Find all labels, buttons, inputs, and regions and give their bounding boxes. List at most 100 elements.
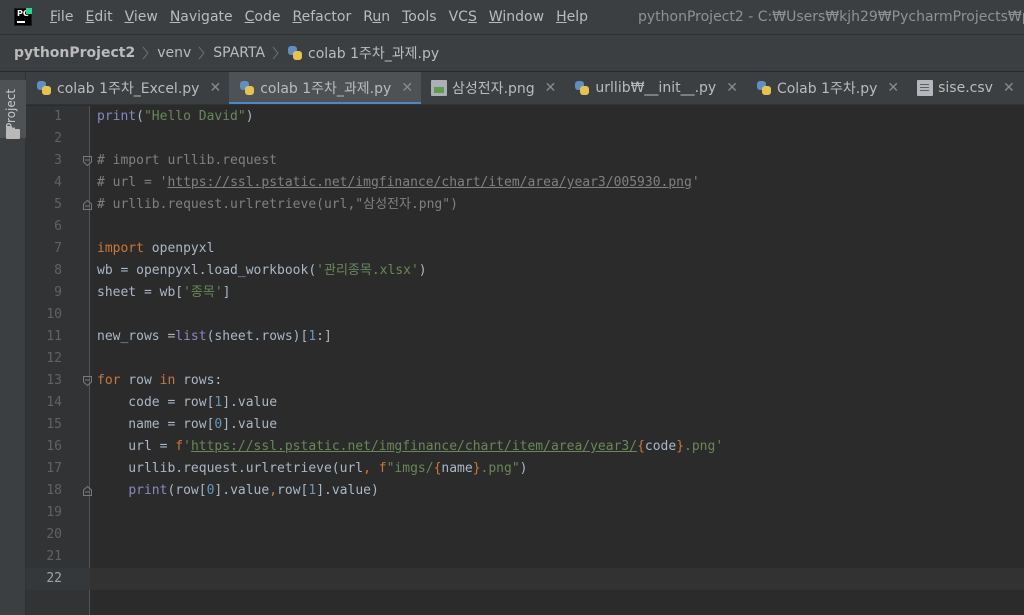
editor-tab[interactable]: 삼성전자.png ✕ [421,72,564,104]
csv-file-icon [917,80,934,96]
image-file-icon [431,80,448,96]
line-number: 20 [46,527,62,542]
code-line: 16 url = f'https://ssl.pstatic.net/imgfi… [26,436,1024,458]
code-text: print("Hello David") [97,109,254,124]
chevron-right-icon [265,44,287,62]
close-icon[interactable]: ✕ [401,80,413,96]
line-number: 9 [54,285,62,300]
fold-start-icon[interactable] [83,156,92,166]
line-number: 7 [54,241,62,256]
menu-bar: PC File Edit View Navigate Code Refactor Run To… [0,0,1024,34]
close-icon[interactable]: ✕ [726,80,738,96]
editor-tab[interactable]: Colab 1주차.py ✕ [746,72,907,104]
chevron-right-icon [135,44,157,62]
tab-label: colab 1주차_과제.py [260,81,392,97]
code-text: for row in rows: [97,373,223,388]
code-line: 3 # import urllib.request [26,150,1024,172]
left-tool-stripe: Project [0,72,26,615]
python-file-icon [239,80,255,96]
close-icon[interactable]: ✕ [209,80,221,96]
code-text: print(row[0].value,row[1].value) [128,483,379,498]
code-line: 5 # urllib.request.urlretrieve(url,"삼성전자.… [26,194,1024,216]
pycharm-logo-icon: PC [14,8,32,26]
menu-item-run[interactable]: Run [363,9,390,25]
menu-item-code[interactable]: Code [245,9,281,25]
line-number: 19 [46,505,62,520]
menu-item-help[interactable]: Help [556,9,588,25]
tab-label: 삼성전자.png [452,81,535,97]
close-icon[interactable]: ✕ [1003,80,1015,96]
python-file-icon [287,45,303,61]
code-text: wb = openpyxl.load_workbook('관리종목.xlsx') [97,263,427,278]
line-number: 17 [46,461,62,476]
code-text: urllib.request.urlretrieve(url, f"imgs/{… [97,461,528,476]
code-line: 7 import openpyxl [26,238,1024,260]
close-icon[interactable]: ✕ [545,80,557,96]
line-number: 10 [46,307,62,322]
line-number: 1 [54,109,62,124]
code-text: name = row[0].value [97,417,278,432]
line-number: 8 [54,263,62,278]
code-text: import openpyxl [97,241,215,256]
menu-item-navigate[interactable]: Navigate [170,9,233,25]
close-icon[interactable]: ✕ [887,80,899,96]
code-line: 20 [26,524,1024,546]
code-line: 8 wb = openpyxl.load_workbook('관리종목.xlsx'… [26,260,1024,282]
code-line: 12 [26,348,1024,370]
menu-item-edit[interactable]: Edit [85,9,112,25]
line-number: 16 [46,439,62,454]
breadcrumb-project[interactable]: pythonProject2 [14,45,135,61]
line-number: 5 [54,197,62,212]
fold-end-icon[interactable] [83,200,92,210]
main-menu: File Edit View Navigate Code Refactor Run Tools… [50,9,600,25]
code-line: 1 print("Hello David") [26,106,1024,128]
menu-item-view[interactable]: View [125,9,158,25]
menu-item-window[interactable]: Window [489,9,544,25]
line-number: 13 [46,373,62,388]
editor-tab[interactable]: urllib₩__init__.py ✕ [564,72,746,104]
menu-item-refactor[interactable]: Refactor [292,9,351,25]
code-editor[interactable]: 1 print("Hello David") 2 3 # import urllib.r… [26,106,1024,615]
code-text: new_rows =list(sheet.rows)[1:] [97,329,332,344]
window-title: pythonProject2 - C:₩Users₩kjh29₩PycharmP… [638,9,1024,25]
editor-tab[interactable]: colab 1주차_과제.py ✕ [229,72,422,104]
code-text: # url = 'https://ssl.pstatic.net/imgfina… [97,175,700,190]
editor-tab[interactable]: colab 1주차_Excel.py ✕ [26,72,229,104]
line-number: 22 [26,568,90,590]
breadcrumb-venv[interactable]: venv [157,45,191,61]
code-line: 4 # url = 'https://ssl.pstatic.net/imgfin… [26,172,1024,194]
code-text: url = f'https://ssl.pstatic.net/imgfinan… [97,439,724,454]
code-line: 6 [26,216,1024,238]
menu-item-vcs[interactable]: VCS [449,9,477,25]
line-number: 14 [46,395,62,410]
code-line: 11 new_rows =list(sheet.rows)[1:] [26,326,1024,348]
code-line: 14 code = row[1].value [26,392,1024,414]
line-number: 6 [54,219,62,234]
breadcrumb-sparta[interactable]: SPARTA [213,45,265,61]
tab-label: sise.csv [938,80,993,96]
python-file-icon [574,80,590,96]
folder-icon [6,126,20,139]
line-number: 12 [46,351,62,366]
editor-tab[interactable]: sise.csv ✕ [907,72,1023,104]
code-line: 10 [26,304,1024,326]
code-line: 15 name = row[0].value [26,414,1024,436]
line-number: 11 [46,329,62,344]
line-number: 21 [46,549,62,564]
line-number: 15 [46,417,62,432]
code-text: sheet = wb['종목'] [97,285,231,300]
fold-start-icon[interactable] [83,376,92,386]
menu-item-file[interactable]: File [50,9,73,25]
code-line: 9 sheet = wb['종목'] [26,282,1024,304]
tab-label: colab 1주차_Excel.py [57,81,200,97]
menu-item-tools[interactable]: Tools [402,9,437,25]
tab-label: urllib₩__init__.py [595,80,717,96]
code-line: 18 print(row[0].value,row[1].value) [26,480,1024,502]
code-text: # urllib.request.urlretrieve(url,"삼성전자.p… [97,197,458,212]
breadcrumb-file[interactable]: colab 1주차_과제.py [308,43,439,63]
tab-label: Colab 1주차.py [776,81,878,97]
code-text: # import urllib.request [97,153,278,168]
code-line: 22 [26,568,1024,590]
navigation-bar: pythonProject2 venv SPARTA colab 1주차_과제.… [0,34,1024,72]
fold-end-icon[interactable] [83,486,92,496]
